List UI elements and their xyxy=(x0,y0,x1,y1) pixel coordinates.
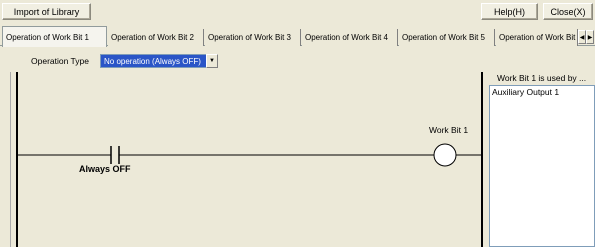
tab-work-bit-6[interactable]: Operation of Work Bit xyxy=(496,29,578,46)
import-library-button[interactable]: Import of Library xyxy=(2,3,91,20)
tab-work-bit-4[interactable]: Operation of Work Bit 4 xyxy=(302,29,398,46)
operation-type-label: Operation Type xyxy=(31,56,89,66)
tab-work-bit-1[interactable]: Operation of Work Bit 1 xyxy=(2,26,107,47)
operation-type-select[interactable]: No operation (Always OFF) ▼ xyxy=(100,54,218,68)
coil-label: Work Bit 1 xyxy=(429,125,469,135)
used-by-list[interactable]: Auxiliary Output 1 xyxy=(489,85,595,247)
tab-work-bit-5[interactable]: Operation of Work Bit 5 xyxy=(399,29,495,46)
used-by-title: Work Bit 1 is used by ... xyxy=(497,73,587,83)
close-button[interactable]: Close(X) xyxy=(543,3,593,20)
operation-type-value[interactable]: No operation (Always OFF) xyxy=(100,54,206,68)
chevron-down-icon[interactable]: ▼ xyxy=(206,54,218,68)
tab-work-bit-2[interactable]: Operation of Work Bit 2 xyxy=(108,29,204,46)
tab-scroll-right-icon[interactable]: ▶ xyxy=(586,30,594,44)
tab-scroll-left-icon[interactable]: ◀ xyxy=(578,30,586,44)
contact-label: Always OFF xyxy=(79,164,131,174)
list-item[interactable]: Auxiliary Output 1 xyxy=(490,86,594,98)
tab-work-bit-3[interactable]: Operation of Work Bit 3 xyxy=(205,29,301,46)
ladder-diagram: Work Bit 1 Always OFF xyxy=(10,72,485,247)
tab-scroll-buttons: ◀ ▶ xyxy=(578,30,594,44)
ladder-svg xyxy=(16,72,483,247)
help-button[interactable]: Help(H) xyxy=(481,3,538,20)
coil-icon xyxy=(433,143,457,167)
tab-strip: Operation of Work Bit 1 Operation of Wor… xyxy=(0,26,595,47)
